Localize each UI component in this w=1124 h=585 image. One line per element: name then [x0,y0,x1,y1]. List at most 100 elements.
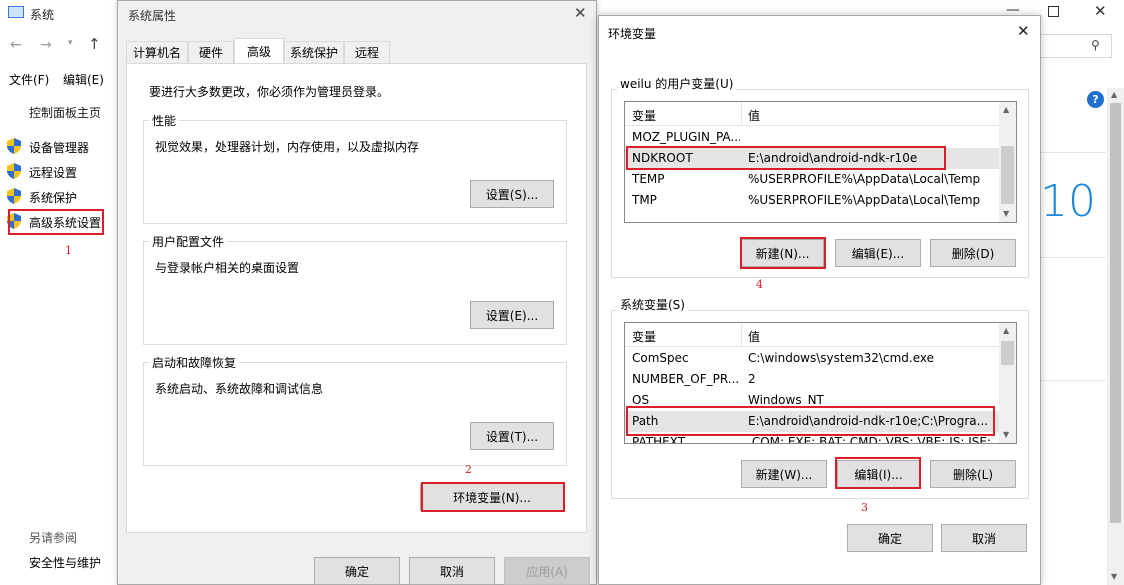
startup-title: 启动和故障恢复 [149,354,240,371]
scroll-up-arrow-icon[interactable]: ▲ [1003,105,1009,114]
divider [1040,257,1106,258]
scroll-down-arrow-icon[interactable]: ▼ [1111,572,1117,581]
ok-button[interactable]: 确定 [847,524,933,552]
variable-name: NUMBER_OF_PR... [632,372,740,386]
search-icon: ⚲ [1091,38,1100,52]
startup-settings-button[interactable]: 设置(T)... [470,422,554,450]
list-header: 变量 值 [625,102,1000,126]
shield-icon [7,188,21,204]
variable-name: ComSpec [632,351,689,365]
cancel-button[interactable]: 取消 [941,524,1027,552]
performance-title: 性能 [149,112,180,129]
scroll-down-arrow-icon[interactable]: ▼ [1003,209,1009,218]
user-profile-group [143,241,567,345]
annotation-number: 3 [861,501,868,514]
see-also-heading: 另请参阅 [29,531,78,545]
tab-system-protection[interactable]: 系统保护 [284,41,344,63]
system-new-button[interactable]: 新建(W)... [741,460,827,488]
close-button[interactable]: ✕ [1094,2,1107,20]
variable-name: TEMP [632,172,665,186]
up-arrow-icon[interactable]: ↑ [88,35,101,53]
maximize-button[interactable] [1048,6,1059,17]
variable-value: %USERPROFILE%\AppData\Local\Temp [748,172,981,186]
back-arrow-icon[interactable]: ← [10,37,22,53]
close-icon[interactable]: ✕ [574,4,587,22]
user-profile-settings-button[interactable]: 设置(E)... [470,301,554,329]
apply-button[interactable]: 应用(A) [504,557,590,585]
tab-panel: 要进行大多数更改，你必须作为管理员登录。 性能 视觉效果，处理器计划，内存使用，… [126,63,587,533]
tab-hardware[interactable]: 硬件 [188,41,234,63]
highlight-box [421,482,565,512]
dialog-title: 系统属性 [128,9,177,23]
variable-name: TMP [632,193,657,207]
variable-value: Windows_NT [748,393,824,407]
list-item[interactable]: ComSpec C:\windows\system32\cmd.exe [625,348,1000,369]
highlight-box [626,406,995,436]
scroll-thumb[interactable] [1001,341,1014,365]
column-header-variable[interactable]: 变量 [632,328,656,345]
startup-group [143,362,567,466]
highlight-box [835,457,921,489]
list-header: 变量 值 [625,323,1000,347]
ok-button[interactable]: 确定 [314,557,400,585]
annotation-number: 2 [465,463,472,476]
windows-10-logo-text: 10 [1040,176,1096,227]
menu-edit[interactable]: 编辑(E) [63,71,104,88]
list-item[interactable]: MOZ_PLUGIN_PA... [625,127,1000,148]
column-divider [741,102,742,126]
scroll-up-arrow-icon[interactable]: ▲ [1111,90,1117,99]
annotation-number: 1 [65,244,72,257]
remote-settings-link[interactable]: 远程设置 [29,164,77,181]
column-header-value[interactable]: 值 [748,328,760,345]
tab-advanced[interactable]: 高级 [234,38,284,64]
tab-remote[interactable]: 远程 [344,41,390,63]
variable-value: 2 [748,372,756,386]
system-protection-link[interactable]: 系统保护 [29,189,77,206]
admin-note: 要进行大多数更改，你必须作为管理员登录。 [149,85,390,99]
dialog-title: 环境变量 [608,27,657,41]
scroll-down-arrow-icon[interactable]: ▼ [1003,430,1009,439]
dialog-title-bar [599,16,1040,48]
startup-desc: 系统启动、系统故障和调试信息 [155,382,324,396]
user-edit-button[interactable]: 编辑(E)... [835,239,921,267]
column-header-variable[interactable]: 变量 [632,107,656,124]
performance-group [143,120,567,224]
annotation-number: 4 [756,278,763,291]
list-scrollbar[interactable]: ▲ ▼ [999,323,1016,443]
dropdown-icon[interactable]: ▾ [68,38,73,48]
shield-icon [7,163,21,179]
highlight-box [8,209,104,235]
tab-computer-name[interactable]: 计算机名 [126,41,188,63]
variable-value: .COM;.EXE;.BAT;.CMD;.VBS;.VBE;.JS;.JSE;.… [748,435,998,444]
user-delete-button[interactable]: 删除(D) [930,239,1016,267]
device-manager-link[interactable]: 设备管理器 [29,139,89,156]
shield-icon [7,138,21,154]
cancel-button[interactable]: 取消 [409,557,495,585]
user-profile-title: 用户配置文件 [149,233,228,250]
close-icon[interactable]: ✕ [1017,22,1030,40]
variable-name: PATHEXT [632,435,686,444]
scroll-up-arrow-icon[interactable]: ▲ [1003,326,1009,335]
column-header-value[interactable]: 值 [748,107,760,124]
list-item[interactable]: NUMBER_OF_PR... 2 [625,369,1000,390]
environment-variables-dialog: 环境变量 ✕ weilu 的用户变量(U) 变量 值 MOZ_PLUGIN_PA… [598,15,1041,585]
menu-file[interactable]: 文件(F) [9,71,49,88]
highlight-box [740,237,826,269]
variable-value: %USERPROFILE%\AppData\Local\Temp [748,193,981,207]
system-delete-button[interactable]: 删除(L) [930,460,1016,488]
help-icon[interactable]: ? [1087,91,1104,108]
scroll-thumb[interactable] [1110,103,1121,523]
search-box[interactable] [1040,34,1112,58]
list-item[interactable]: TEMP %USERPROFILE%\AppData\Local\Temp [625,169,1000,190]
divider [1040,152,1106,153]
performance-desc: 视觉效果，处理器计划，内存使用，以及虚拟内存 [155,140,420,154]
scroll-thumb[interactable] [1001,146,1014,204]
home-link[interactable]: 控制面板主页 [29,104,101,121]
security-maintenance-link[interactable]: 安全性与维护 [29,554,101,571]
forward-arrow-icon[interactable]: → [40,37,52,53]
scrollbar[interactable]: ▲ ▼ [1107,88,1124,585]
list-scrollbar[interactable]: ▲ ▼ [999,102,1016,222]
system-properties-dialog: 系统属性 ✕ 计算机名 硬件 高级 系统保护 远程 要进行大多数更改，你必须作为… [117,0,597,585]
performance-settings-button[interactable]: 设置(S)... [470,180,554,208]
list-item[interactable]: TMP %USERPROFILE%\AppData\Local\Temp [625,190,1000,211]
